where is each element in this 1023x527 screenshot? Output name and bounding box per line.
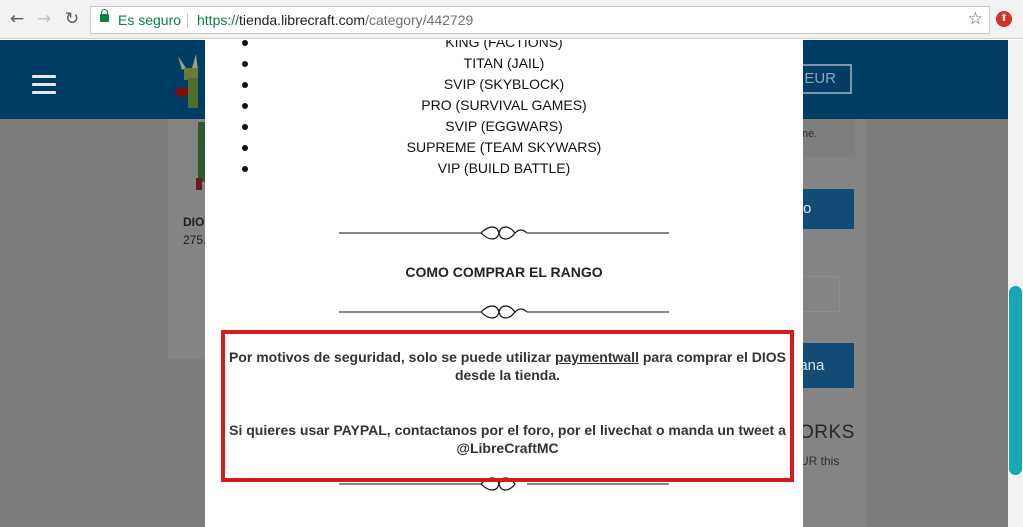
rank-item: SVIP (EGGWARS) [205, 116, 803, 137]
rank-item: KING (FACTIONS) [205, 40, 803, 53]
paymentwall-link[interactable]: paymentwall [555, 349, 639, 365]
rank-label: SVIP (EGGWARS) [445, 118, 563, 134]
rank-label: KING (FACTIONS) [445, 40, 563, 50]
reload-icon[interactable]: ↻ [62, 9, 82, 29]
rank-label: TITAN (JAIL) [463, 55, 545, 71]
rank-list: KING (FACTIONS) TITAN (JAIL) SVIP (SKYBL… [205, 40, 803, 179]
section-title: COMO COMPRAR EL RANGO [405, 264, 603, 280]
sidebar-text-2: UR this [800, 454, 840, 468]
logo-icon [175, 54, 198, 108]
back-icon[interactable]: ← [7, 9, 27, 29]
notice-paragraph: Si quieres usar PAYPAL, contactanos por … [229, 422, 786, 456]
product-price: 275. [183, 233, 207, 247]
sidebar-text: ne. [802, 128, 818, 140]
address-bar[interactable]: Es seguro https://tienda.librecraft.com/… [90, 6, 990, 34]
omnibox-separator [187, 13, 188, 28]
ornament-divider [339, 226, 669, 240]
extension-icon[interactable]: ⬆ [996, 11, 1012, 27]
url-path: /category/442729 [365, 12, 474, 28]
notice-text: Por motivos de seguridad, solo se puede … [228, 349, 555, 365]
secure-label: Es seguro [118, 12, 182, 28]
menu-icon[interactable] [32, 75, 56, 94]
rank-item: VIP (BUILD BATTLE) [205, 158, 803, 179]
rank-item: SUPREME (TEAM SKYWARS) [205, 137, 803, 158]
rank-item: TITAN (JAIL) [205, 53, 803, 74]
sidebar-heading: ORKS [799, 422, 855, 443]
rank-label: SUPREME (TEAM SKYWARS) [406, 139, 602, 155]
rank-label: PRO (SURVIVAL GAMES) [421, 97, 587, 113]
rank-label: VIP (BUILD BATTLE) [437, 160, 571, 176]
rank-item: PRO (SURVIVAL GAMES) [205, 95, 803, 116]
url-text[interactable]: https://tienda.librecraft.com/category/4… [197, 12, 473, 28]
product-name: DIO [183, 215, 205, 229]
rank-item: SVIP (SKYBLOCK) [205, 74, 803, 95]
browser-toolbar: ← → ↻ Es seguro https://tienda.librecraf… [0, 0, 1023, 39]
payment-notice: Por motivos de seguridad, solo se puede … [221, 330, 794, 482]
rank-label: SVIP (SKYBLOCK) [443, 76, 565, 92]
forward-icon[interactable]: → [34, 9, 54, 29]
page-scrollbar[interactable] [1008, 40, 1023, 527]
ornament-divider [339, 305, 669, 319]
category-modal: KING (FACTIONS) TITAN (JAIL) SVIP (SKYBL… [205, 40, 803, 527]
bookmark-star-icon[interactable]: ☆ [968, 9, 983, 29]
notice-paragraph: Por motivos de seguridad, solo se puede … [225, 348, 790, 384]
url-protocol: https:// [197, 12, 240, 28]
url-host: tienda.librecraft.com [239, 12, 366, 28]
lock-icon [100, 9, 109, 22]
scrollbar-thumb[interactable] [1009, 286, 1022, 475]
